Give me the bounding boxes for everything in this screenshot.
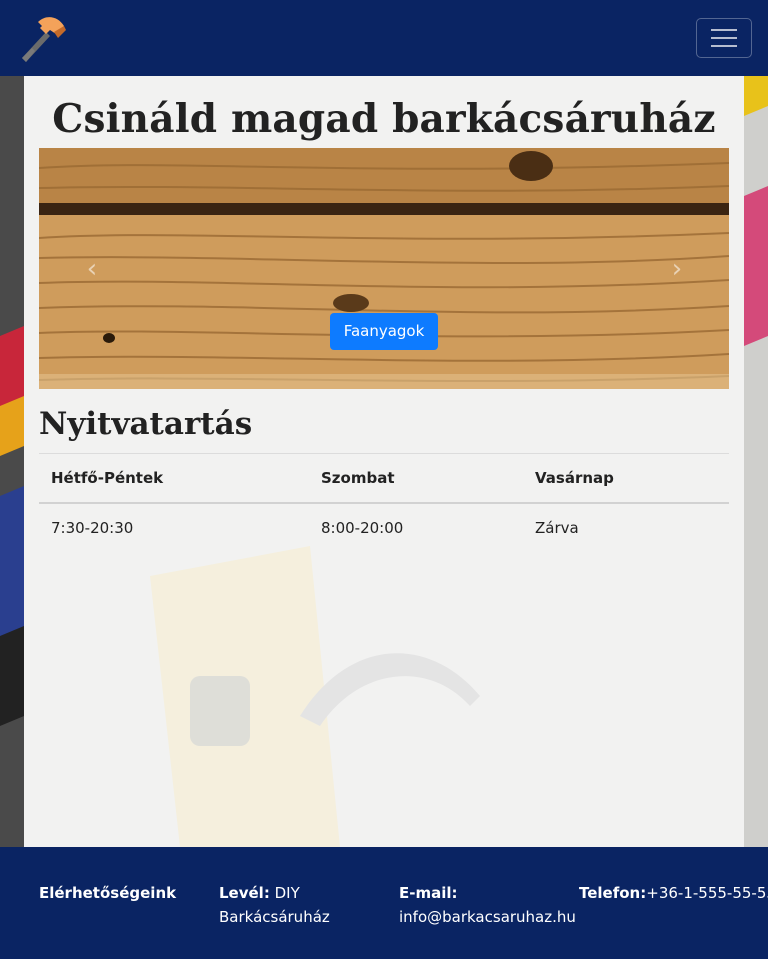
email-link[interactable]: info@barkacsaruhaz.hu: [399, 908, 576, 926]
page-title: Csináld magad barkácsáruház: [52, 96, 716, 142]
mail-label: Levél:: [219, 884, 270, 902]
footer-contacts: Elérhetőségeink: [39, 881, 209, 905]
carousel-next-button[interactable]: ›: [667, 256, 687, 282]
faanyagok-button[interactable]: Faanyagok: [330, 313, 438, 350]
email-label: E-mail:: [399, 884, 458, 902]
hammer-icon: [22, 17, 66, 62]
logo-link[interactable]: [16, 12, 68, 64]
contacts-heading: Elérhetőségeink: [39, 884, 177, 902]
navbar: [0, 0, 768, 76]
main-container: Csináld magad barkácsáruház ‹ › Faanyago…: [24, 76, 744, 847]
header-saturday: Szombat: [309, 453, 523, 504]
hamburger-line: [711, 37, 737, 39]
hamburger-line: [711, 45, 737, 47]
table-row: 7:30-20:30 8:00-20:00 Zárva: [39, 503, 729, 553]
opening-hours-table: Hétfő-Péntek Szombat Vasárnap 7:30-20:30…: [39, 453, 729, 553]
footer-phone: Telefon:+36-1-555-55-55: [579, 881, 768, 905]
header-sunday: Vasárnap: [523, 453, 729, 504]
navbar-toggle-button[interactable]: [696, 18, 752, 58]
phone-label: Telefon:: [579, 884, 647, 902]
weekdays-hours: 7:30-20:30: [51, 519, 134, 537]
opening-hours-title: Nyitvatartás: [39, 406, 253, 442]
carousel-prev-button[interactable]: ‹: [82, 256, 102, 282]
carousel: ‹ › Faanyagok: [39, 148, 729, 389]
sunday-hours: Zárva: [535, 519, 579, 537]
saturday-hours: 8:00-20:00: [321, 519, 404, 537]
footer-email: E-mail: info@barkacsaruhaz.hu: [399, 881, 576, 929]
footer: Elérhetőségeink Levél: DIY Barkácsáruház…: [0, 847, 768, 959]
footer-mail: Levél: DIY Barkácsáruház: [219, 881, 389, 929]
hamburger-menu-icon: [711, 29, 737, 31]
header-weekdays: Hétfő-Péntek: [39, 453, 309, 504]
phone-value[interactable]: +36-1-555-55-55: [646, 884, 768, 902]
table-header-row: Hétfő-Péntek Szombat Vasárnap: [39, 453, 729, 504]
wood-slide-image: [39, 148, 729, 389]
